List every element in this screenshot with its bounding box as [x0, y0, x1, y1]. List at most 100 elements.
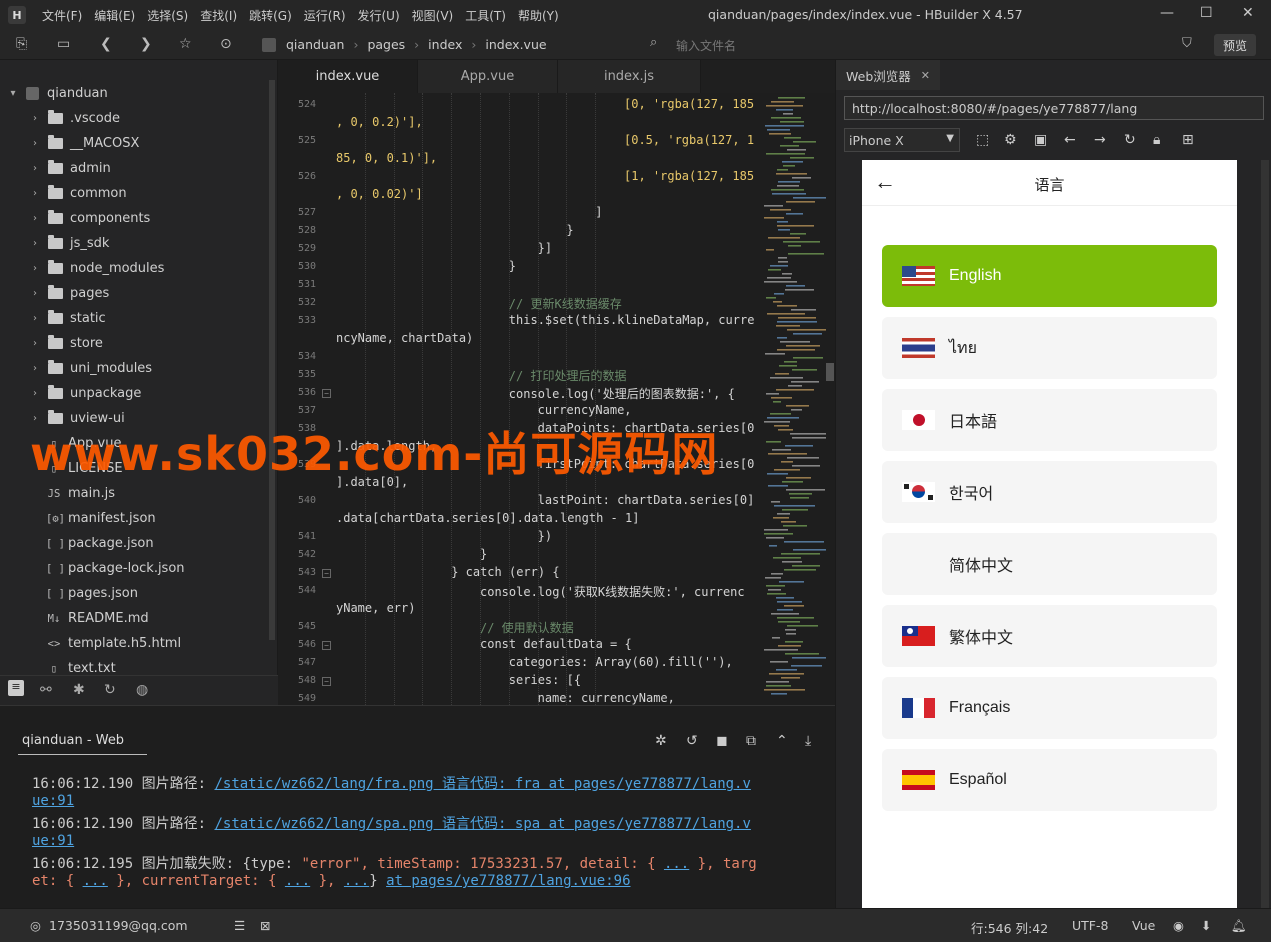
tree-folder[interactable]: › store [30, 331, 103, 356]
grid-icon[interactable]: ⊞ [1182, 132, 1194, 148]
code-editor[interactable]: 524 [0, 'rgba(127, 185 , 0, 0.2)'], 525 [0.5… [278, 93, 835, 705]
refresh-search-icon[interactable]: ↻ [104, 682, 116, 698]
forward-icon[interactable]: ❯ [140, 36, 152, 52]
run-icon[interactable]: ⊙ [220, 36, 232, 52]
tree-folder[interactable]: › node_modules [30, 256, 164, 281]
tree-file[interactable]: [ ] package.json [46, 531, 154, 556]
preview-button[interactable]: 预览 [1214, 34, 1256, 56]
cursor-position[interactable]: 行:546 列:42 [971, 918, 1048, 937]
tree-folder[interactable]: › __MACOSX [30, 131, 139, 156]
restart-icon[interactable]: ↺ [686, 733, 698, 749]
menu-item[interactable]: 运行(R) [298, 7, 352, 24]
close-window-icon[interactable]: ✕ [1242, 5, 1254, 21]
language-option[interactable]: 繁体中文 [882, 605, 1217, 667]
editor-scrollbar-thumb[interactable] [826, 363, 834, 381]
menu-item[interactable]: 编辑(E) [88, 7, 141, 24]
tab-index-vue[interactable]: index.vue [278, 60, 418, 93]
file-search-input[interactable]: ⌕ 输入文件名 [646, 34, 1206, 56]
filter-icon[interactable]: ⛉ [1182, 36, 1192, 51]
tree-folder[interactable]: › js_sdk [30, 231, 109, 256]
log-expand[interactable]: ... [664, 856, 689, 872]
log-expand[interactable]: ... [344, 873, 369, 889]
lock-icon[interactable]: 🔒︎ [1153, 132, 1160, 148]
breadcrumb-item[interactable]: qianduan [286, 37, 344, 52]
language-option[interactable]: English [882, 245, 1217, 307]
tree-file[interactable]: [ ] pages.json [46, 581, 138, 606]
user-account[interactable]: 1735031199@qq.com [49, 918, 188, 933]
language-option[interactable]: 日本語 [882, 389, 1217, 451]
download-icon[interactable]: ⬇ [1201, 918, 1211, 933]
back-icon[interactable]: ❮ [100, 36, 112, 52]
tree-file[interactable]: [⚙] manifest.json [46, 506, 156, 531]
maximize-icon[interactable]: ☐ [1200, 5, 1213, 21]
language-option[interactable]: 简体中文 [882, 533, 1217, 595]
tree-file[interactable]: JS main.js [46, 481, 115, 506]
tab-index-js[interactable]: index.js [558, 60, 701, 93]
fold-toggle-icon[interactable]: − [322, 677, 331, 686]
screenshot-icon[interactable]: ⬚ [976, 132, 989, 148]
save-icon[interactable]: ▭ [57, 36, 70, 52]
reload-icon[interactable]: ↻ [1124, 132, 1136, 148]
console-tab[interactable]: qianduan - Web [18, 733, 147, 755]
tree-folder[interactable]: › pages [30, 281, 109, 306]
tree-folder[interactable]: › .vscode [30, 106, 120, 131]
tree-file[interactable]: [ ] package-lock.json [46, 556, 185, 581]
language-option[interactable]: 한국어 [882, 461, 1217, 523]
breadcrumb-item[interactable]: index [428, 37, 462, 52]
log-link[interactable]: ue:91 [32, 793, 74, 809]
fold-toggle-icon[interactable]: − [322, 389, 331, 398]
tree-folder[interactable]: › common [30, 181, 127, 206]
explorer-icon[interactable]: ≡ [8, 680, 24, 696]
menu-item[interactable]: 工具(T) [459, 7, 512, 24]
log-link[interactable]: at pages/ye778877/lang.vue:96 [386, 873, 630, 889]
log-link[interactable]: /static/wz662/lang/spa.png 语言代码: spa at … [214, 816, 750, 832]
user-icon[interactable]: ◎ [30, 918, 41, 933]
device-select[interactable]: iPhone X ▼ [844, 128, 960, 152]
language-option[interactable]: Español [882, 749, 1217, 811]
log-expand[interactable]: ... [285, 873, 310, 889]
account-icon[interactable]: ◉ [1173, 918, 1184, 933]
bug-icon[interactable]: ✱ [73, 682, 85, 698]
back-arrow-icon[interactable]: ← [1064, 132, 1076, 148]
sidebar-scrollbar[interactable] [269, 80, 275, 640]
tree-folder[interactable]: › admin [30, 156, 111, 181]
console-icon[interactable]: ▣ [1034, 132, 1047, 148]
tree-file[interactable]: <> template.h5.html [46, 631, 181, 656]
tab-app-vue[interactable]: App.vue [418, 60, 558, 93]
menu-item[interactable]: 发行(U) [352, 7, 406, 24]
stop-icon[interactable]: ◼ [716, 733, 728, 749]
log-link[interactable]: ue:91 [32, 833, 74, 849]
menu-item[interactable]: 帮助(Y) [512, 7, 565, 24]
forward-arrow-icon[interactable]: → [1094, 132, 1106, 148]
url-input[interactable]: http://localhost:8080/#/pages/ye778877/l… [844, 96, 1264, 120]
tree-file[interactable]: M↓ README.md [46, 606, 149, 631]
language-option[interactable]: Français [882, 677, 1217, 739]
menu-item[interactable]: 视图(V) [406, 7, 460, 24]
new-file-icon[interactable]: ⎘ [16, 36, 27, 52]
fold-toggle-icon[interactable]: − [322, 569, 331, 578]
settings-icon[interactable]: ⚙ [1004, 132, 1017, 148]
tree-folder[interactable]: › components [30, 206, 150, 231]
encoding[interactable]: UTF-8 [1072, 918, 1108, 933]
language-mode[interactable]: Vue [1132, 918, 1155, 933]
clear-console-icon[interactable]: ⤓ [805, 733, 811, 749]
minimize-icon[interactable]: — [1160, 5, 1174, 21]
tree-folder[interactable]: › uni_modules [30, 356, 152, 381]
project-root[interactable]: ▾ qianduan [8, 81, 107, 106]
list-icon[interactable]: ☰ [234, 918, 245, 933]
browser-scrollbar[interactable] [1261, 160, 1269, 908]
globe-icon[interactable]: ◍ [136, 682, 148, 698]
log-link[interactable]: /static/wz662/lang/fra.png 语言代码: fra at … [214, 776, 750, 792]
binoculars-icon[interactable]: ⚯ [40, 682, 52, 698]
minimap[interactable] [754, 93, 826, 705]
debug-icon[interactable]: ✲ [655, 733, 667, 749]
open-external-icon[interactable]: ⧉ [746, 733, 756, 749]
breadcrumb-item[interactable]: pages [367, 37, 405, 52]
star-icon[interactable]: ☆ [179, 36, 192, 52]
fold-toggle-icon[interactable]: − [322, 641, 331, 650]
menu-item[interactable]: 跳转(G) [243, 7, 298, 24]
close-tab-icon[interactable]: ✕ [921, 69, 930, 82]
tree-folder[interactable]: › unpackage [30, 381, 141, 406]
collapse-icon[interactable]: ⌃ [776, 733, 788, 749]
language-option[interactable]: ไทย [882, 317, 1217, 379]
